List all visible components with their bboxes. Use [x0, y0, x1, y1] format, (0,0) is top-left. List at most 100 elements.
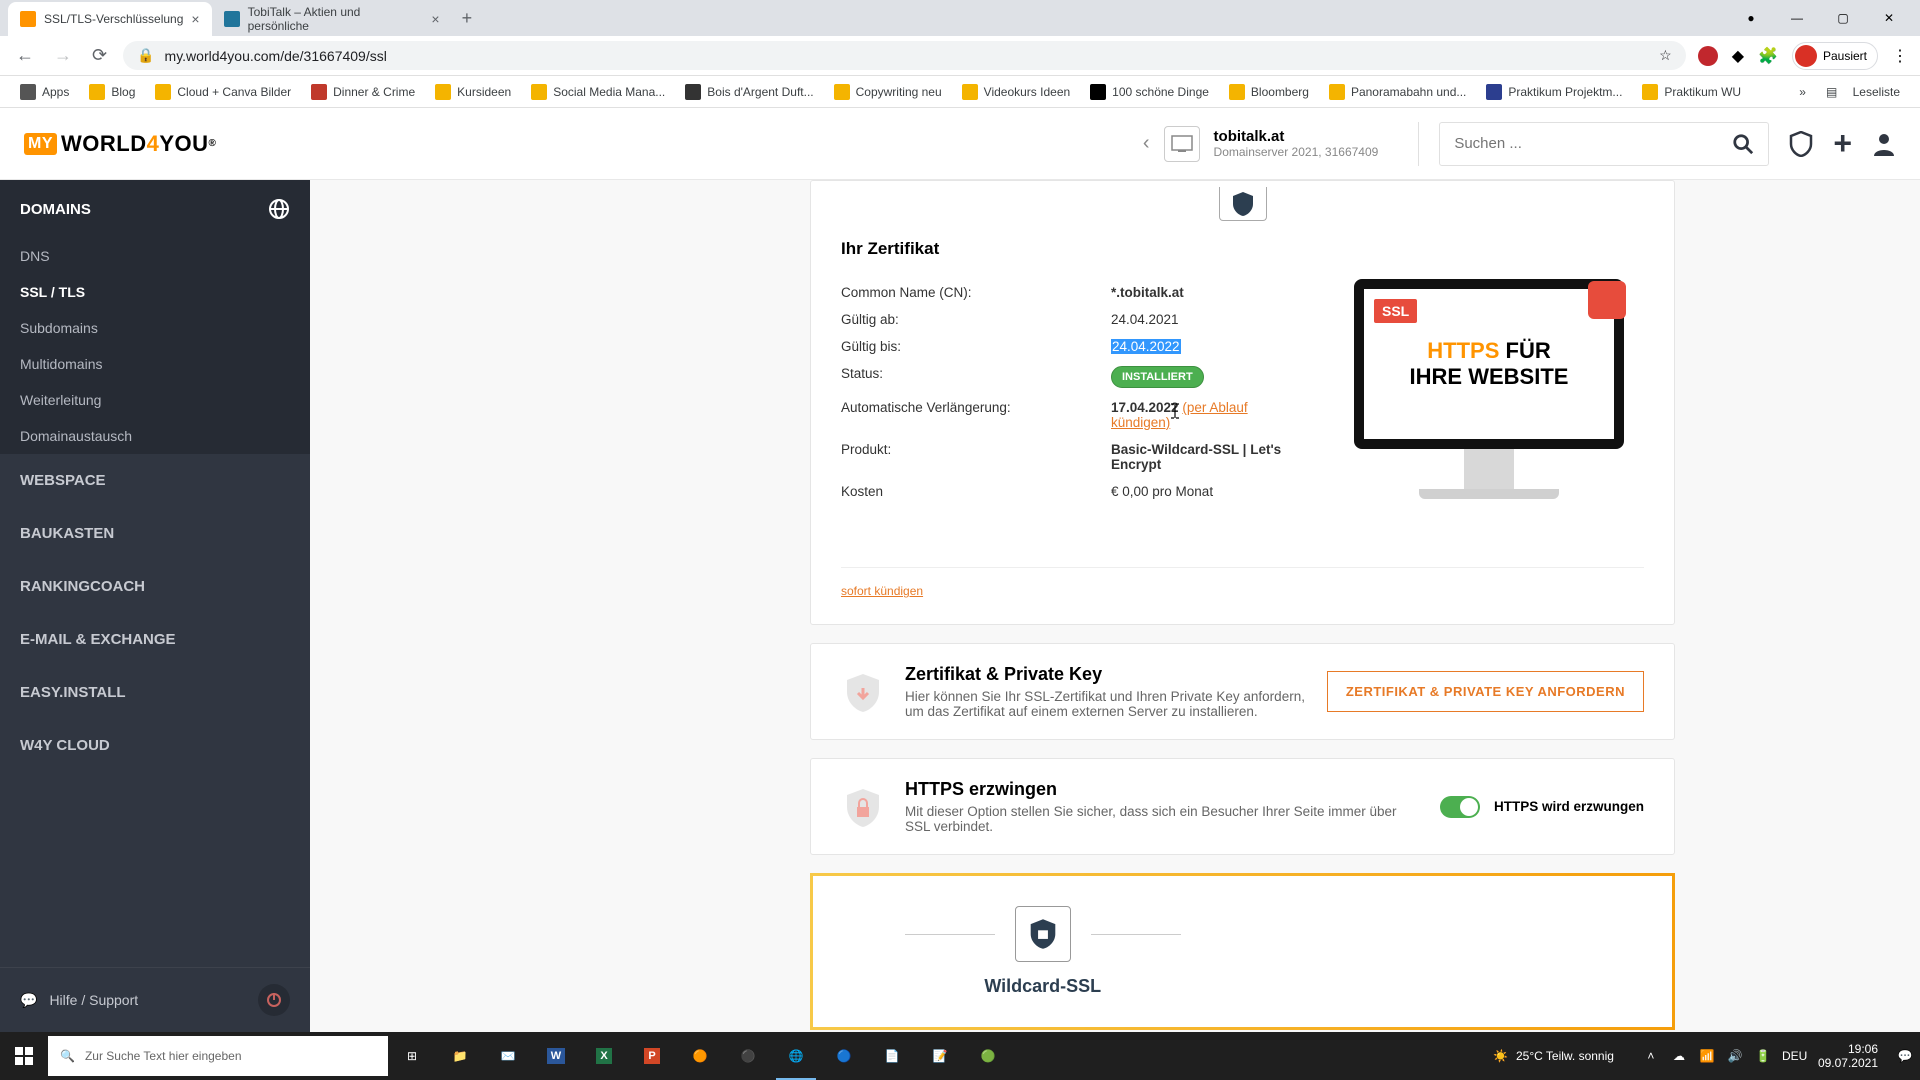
bookmarks-overflow[interactable]: »	[1791, 81, 1814, 103]
close-window-button[interactable]: ✕	[1866, 2, 1912, 34]
section-desc: Hier können Sie Ihr SSL-Zertifikat und I…	[905, 689, 1307, 719]
battery-icon[interactable]: 🔋	[1754, 1049, 1772, 1063]
excel-icon[interactable]: X	[580, 1032, 628, 1080]
bookmark[interactable]: Praktikum Projektm...	[1478, 80, 1630, 104]
maximize-button[interactable]: ▢	[1820, 2, 1866, 34]
sidebar-section-rankingcoach[interactable]: RANKINGCOACH	[0, 560, 310, 613]
powerpoint-icon[interactable]: P	[628, 1032, 676, 1080]
edge-icon[interactable]: 🔵	[820, 1032, 868, 1080]
bookmark[interactable]: Bois d'Argent Duft...	[677, 80, 821, 104]
new-tab-button[interactable]: +	[452, 4, 483, 33]
bookmark[interactable]: Copywriting neu	[826, 80, 950, 104]
profile-label: Pausiert	[1823, 49, 1867, 63]
sidebar-item-ssl[interactable]: SSL / TLS	[0, 274, 310, 310]
cert-product: Basic-Wildcard-SSL | Let's Encrypt	[1111, 442, 1294, 472]
bookmark[interactable]: Videokurs Ideen	[954, 80, 1079, 104]
menu-button[interactable]: ⋮	[1892, 46, 1908, 66]
browser-tab[interactable]: TobiTalk – Aktien und persönliche ×	[212, 2, 452, 36]
explorer-icon[interactable]: 📁	[436, 1032, 484, 1080]
url-field[interactable]: 🔒 my.world4you.com/de/31667409/ssl ☆	[123, 41, 1686, 70]
bookmark[interactable]: Social Media Mana...	[523, 80, 673, 104]
sidebar-section-webspace[interactable]: WEBSPACE	[0, 454, 310, 507]
close-icon[interactable]: ×	[191, 11, 199, 27]
sidebar-item-multidomains[interactable]: Multidomains	[0, 346, 310, 382]
tab-title: SSL/TLS-Verschlüsselung	[44, 12, 183, 26]
taskview-button[interactable]: ⊞	[388, 1032, 436, 1080]
profile-chip[interactable]: Pausiert	[1792, 42, 1878, 70]
browser-tab-active[interactable]: SSL/TLS-Verschlüsselung ×	[8, 2, 212, 36]
wifi-icon[interactable]: 📶	[1698, 1049, 1716, 1063]
language-indicator[interactable]: DEU	[1782, 1049, 1800, 1063]
plus-icon[interactable]: +	[1833, 125, 1852, 162]
padlock-icon	[1588, 281, 1626, 319]
chat-icon: 💬	[20, 992, 37, 1009]
favicon-icon	[224, 11, 240, 27]
bookmark[interactable]: 100 schöne Dinge	[1082, 80, 1217, 104]
sidebar-section-easyinstall[interactable]: EASY.INSTALL	[0, 666, 310, 719]
sidebar-section-domains[interactable]: DOMAINS	[0, 180, 310, 238]
download-shield-icon	[841, 670, 885, 714]
shield-icon[interactable]	[1789, 131, 1813, 157]
domain-picker[interactable]: ‹ tobitalk.at Domainserver 2021, 3166740…	[1143, 126, 1398, 162]
forward-button[interactable]: →	[50, 41, 76, 70]
bookmark[interactable]: Blog	[81, 80, 143, 104]
chrome-icon[interactable]: 🌐	[772, 1032, 820, 1080]
system-tray: ☀️ 25°C Teilw. sonnig ˄ ☁ 📶 🔊 🔋 DEU 19:0…	[1493, 1042, 1920, 1071]
word-icon[interactable]: W	[532, 1032, 580, 1080]
extensions-button[interactable]: 🧩	[1758, 46, 1778, 66]
onedrive-icon[interactable]: ☁	[1670, 1049, 1688, 1063]
bookmark[interactable]: Panoramabahn und...	[1321, 80, 1474, 104]
extension-icon[interactable]: ◆	[1732, 46, 1744, 66]
logout-button[interactable]	[258, 984, 290, 1016]
sidebar-item-dns[interactable]: DNS	[0, 238, 310, 274]
bookmark[interactable]: Kursideen	[427, 80, 519, 104]
cert-renew: 17.04.2022 (per Ablauf kündigen)	[1111, 400, 1294, 430]
notifications-icon[interactable]: 💬	[1896, 1049, 1914, 1063]
chevron-left-icon[interactable]: ‹	[1143, 132, 1150, 155]
private-key-card: Zertifikat & Private Key Hier können Sie…	[810, 643, 1675, 740]
cancel-now-link[interactable]: sofort kündigen	[841, 567, 1644, 598]
search-button[interactable]	[1718, 123, 1768, 165]
clock[interactable]: 19:06 09.07.2021	[1810, 1042, 1886, 1071]
close-icon[interactable]: ×	[431, 11, 439, 27]
volume-icon[interactable]: 🔊	[1726, 1049, 1744, 1063]
user-icon[interactable]	[1872, 131, 1896, 157]
start-button[interactable]	[0, 1032, 48, 1080]
app-icon[interactable]: 🟠	[676, 1032, 724, 1080]
taskbar-search[interactable]: 🔍 Zur Suche Text hier eingeben	[48, 1036, 388, 1076]
sidebar-section-email[interactable]: E-MAIL & EXCHANGE	[0, 613, 310, 666]
https-toggle[interactable]	[1440, 796, 1480, 818]
spotify-icon[interactable]: 🟢	[964, 1032, 1012, 1080]
sidebar-item-subdomains[interactable]: Subdomains	[0, 310, 310, 346]
obs-icon[interactable]: ⚫	[724, 1032, 772, 1080]
shield-lock-icon	[1015, 906, 1071, 962]
reload-button[interactable]: ⟳	[88, 41, 111, 70]
mail-icon[interactable]: ✉️	[484, 1032, 532, 1080]
bookmark[interactable]: Cloud + Canva Bilder	[147, 80, 299, 104]
sidebar-section-baukasten[interactable]: BAUKASTEN	[0, 507, 310, 560]
minimize-button[interactable]: —	[1774, 2, 1820, 34]
weather-widget[interactable]: ☀️ 25°C Teilw. sonnig	[1493, 1049, 1614, 1063]
content[interactable]: Ihr Zertifikat Common Name (CN):*.tobita…	[310, 180, 1920, 1032]
sidebar-item-domainaustausch[interactable]: Domainaustausch	[0, 418, 310, 454]
tray-chevron-icon[interactable]: ˄	[1642, 1049, 1660, 1063]
sidebar-item-weiterleitung[interactable]: Weiterleitung	[0, 382, 310, 418]
help-button[interactable]: 💬 Hilfe / Support	[20, 992, 138, 1009]
back-button[interactable]: ←	[12, 41, 38, 70]
apps-button[interactable]: Apps	[12, 80, 77, 104]
server-icon	[1164, 126, 1200, 162]
bookmark[interactable]: Dinner & Crime	[303, 80, 423, 104]
bookmark[interactable]: Bloomberg	[1221, 80, 1317, 104]
app-icon[interactable]: 📝	[916, 1032, 964, 1080]
app-icon[interactable]: ●	[1728, 2, 1774, 34]
search-input[interactable]	[1454, 135, 1718, 152]
logo[interactable]: MYWORLD4YOU®	[24, 131, 216, 157]
favicon-icon	[20, 11, 36, 27]
extension-icon[interactable]	[1698, 46, 1718, 66]
request-cert-button[interactable]: ZERTIFIKAT & PRIVATE KEY ANFORDERN	[1327, 671, 1644, 712]
app-icon[interactable]: 📄	[868, 1032, 916, 1080]
bookmark[interactable]: Praktikum WU	[1634, 80, 1749, 104]
star-icon[interactable]: ☆	[1659, 47, 1672, 64]
sidebar-section-w4ycloud[interactable]: W4Y CLOUD	[0, 719, 310, 772]
reading-list-button[interactable]: ▤ Leseliste	[1818, 81, 1908, 103]
